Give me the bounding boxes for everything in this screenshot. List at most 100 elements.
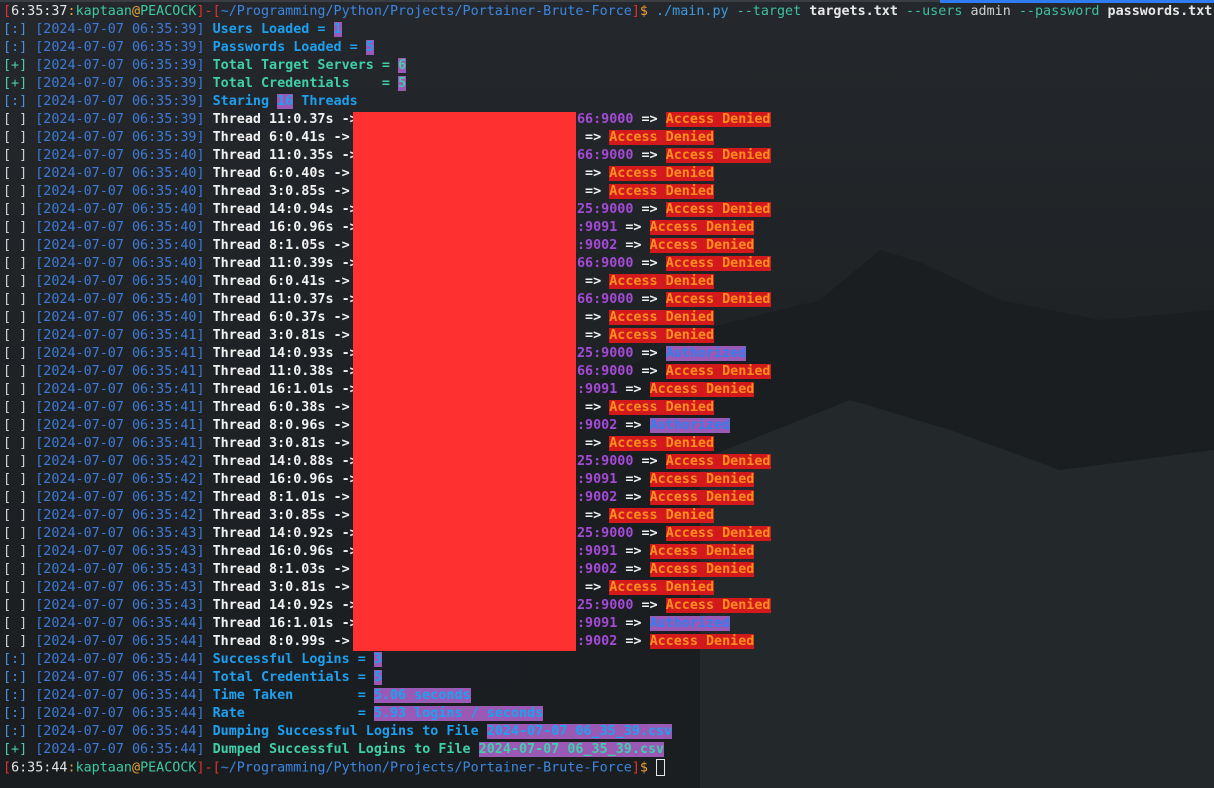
thread-result: 25:9000 => Access Denied <box>577 525 771 543</box>
access-denied-badge: Access Denied <box>649 562 755 577</box>
timestamp: [2024-07-07 06:35:41] <box>35 328 205 343</box>
line-marker: [ ] <box>3 472 28 487</box>
timestamp: [2024-07-07 06:35:44] <box>35 724 205 739</box>
timestamp: [2024-07-07 06:35:40] <box>35 184 205 199</box>
line-marker: [ ] <box>3 130 28 145</box>
line-marker: [+] <box>3 58 28 73</box>
timestamp: [2024-07-07 06:35:41] <box>35 400 205 415</box>
line-label: Successful Logins = <box>212 652 374 667</box>
thread-info: Thread 14:0.92s -> <box>212 598 358 613</box>
thread-result: => Access Denied <box>577 327 715 345</box>
redaction-box <box>353 112 576 651</box>
line-label: Time Taken = <box>212 688 374 703</box>
line-marker: [ ] <box>3 274 28 289</box>
thread-result: 66:9000 => Access Denied <box>577 255 771 273</box>
line-marker: [ ] <box>3 328 28 343</box>
line-marker: [ ] <box>3 364 28 379</box>
line-marker: [ ] <box>3 220 28 235</box>
line-marker: [ ] <box>3 184 28 199</box>
access-denied-badge: Access Denied <box>665 112 771 127</box>
prompt-time: 6:35:37 <box>11 4 68 19</box>
thread-row: [ ] [2024-07-07 06:35:40] Thread 6:0.37s… <box>3 309 1212 327</box>
line-marker: [:] <box>3 688 28 703</box>
access-denied-badge: Access Denied <box>609 274 715 289</box>
thread-info: Thread 6:0.37s -> <box>212 310 350 325</box>
terminal-output[interactable]: [6:35:37:kaptaan@PEACOCK]-[~/Programming… <box>3 3 1212 777</box>
access-denied-badge: Access Denied <box>665 598 771 613</box>
line-marker: [ ] <box>3 292 28 307</box>
thread-info: Thread 11:0.39s -> <box>212 256 358 271</box>
thread-result: => Access Denied <box>577 129 715 147</box>
summary-line: [:] [2024-07-07 06:35:44] Total Credenti… <box>3 669 1212 687</box>
target-port: :9091 <box>577 544 618 559</box>
prompt-line-current[interactable]: [6:35:44:kaptaan@PEACOCK]-[~/Programming… <box>3 759 1212 777</box>
thread-info: Thread 11:0.37s -> <box>212 112 358 127</box>
thread-result: :9091 => Access Denied <box>577 543 755 561</box>
thread-result: 66:9000 => Access Denied <box>577 291 771 309</box>
thread-row: [ ] [2024-07-07 06:35:39] Thread 6:0.41s… <box>3 129 1212 147</box>
access-denied-badge: Access Denied <box>609 328 715 343</box>
authorized-badge: Authorized <box>649 418 731 433</box>
arrow: => <box>577 310 610 325</box>
thread-result: :9002 => Access Denied <box>577 489 755 507</box>
line-value: 6 <box>398 58 407 73</box>
thread-row: [ ] [2024-07-07 06:35:41] Thread 16:1.01… <box>3 381 1212 399</box>
cursor[interactable] <box>656 759 666 776</box>
thread-result: 66:9000 => Access Denied <box>577 111 771 129</box>
timestamp: [2024-07-07 06:35:42] <box>35 508 205 523</box>
timestamp: [2024-07-07 06:35:43] <box>35 580 205 595</box>
target-port: :9002 <box>577 238 618 253</box>
thread-info: Thread 8:1.05s -> <box>212 238 350 253</box>
arrow: => <box>577 274 610 289</box>
timestamp: [2024-07-07 06:35:40] <box>35 256 205 271</box>
line-marker: [ ] <box>3 562 28 577</box>
access-denied-badge: Access Denied <box>649 544 755 559</box>
arrow: => <box>633 112 666 127</box>
line-label: Users Loaded = <box>212 22 334 37</box>
thread-info: Thread 3:0.85s -> <box>212 184 350 199</box>
status-line: [:] [2024-07-07 06:35:39] Passwords Load… <box>3 39 1212 57</box>
thread-result: :9002 => Access Denied <box>577 561 755 579</box>
access-denied-badge: Access Denied <box>665 292 771 307</box>
access-denied-badge: Access Denied <box>609 508 715 523</box>
thread-info: Thread 14:0.88s -> <box>212 454 358 469</box>
line-marker: [ ] <box>3 310 28 325</box>
arrow: => <box>577 508 610 523</box>
authorized-badge: Authorized <box>665 346 747 361</box>
arrow: => <box>633 256 666 271</box>
thread-result: :9091 => Access Denied <box>577 381 755 399</box>
arrow: => <box>617 238 650 253</box>
thread-row: [ ] [2024-07-07 06:35:40] Thread 6:0.41s… <box>3 273 1212 291</box>
timestamp: [2024-07-07 06:35:40] <box>35 202 205 217</box>
thread-result: => Access Denied <box>577 183 715 201</box>
line-marker: [ ] <box>3 490 28 505</box>
line-marker: [:] <box>3 670 28 685</box>
thread-result: :9091 => Access Denied <box>577 219 755 237</box>
status-line: [+] [2024-07-07 06:35:39] Total Target S… <box>3 57 1212 75</box>
arrow: => <box>577 130 610 145</box>
thread-info: Thread 8:0.99s -> <box>212 634 350 649</box>
timestamp: [2024-07-07 06:35:42] <box>35 454 205 469</box>
timestamp: [2024-07-07 06:35:39] <box>35 22 205 37</box>
line-label: Dumping Successful Logins to File <box>212 724 487 739</box>
thread-info: Thread 3:0.81s -> <box>212 580 350 595</box>
arrow: => <box>617 418 650 433</box>
line-marker: [:] <box>3 22 28 37</box>
arrow: => <box>577 184 610 199</box>
line-label: Passwords Loaded = <box>212 40 366 55</box>
timestamp: [2024-07-07 06:35:42] <box>35 472 205 487</box>
line-value: 5 <box>398 76 407 91</box>
arrow: => <box>617 544 650 559</box>
target-port: :9091 <box>577 472 618 487</box>
line-marker: [ ] <box>3 112 28 127</box>
thread-row: [ ] [2024-07-07 06:35:43] Thread 14:0.92… <box>3 525 1212 543</box>
line-value: 1 <box>333 22 342 37</box>
summary-line: [:] [2024-07-07 06:35:44] Rate = 5.93 lo… <box>3 705 1212 723</box>
access-denied-badge: Access Denied <box>665 454 771 469</box>
thread-info: Thread 6:0.38s -> <box>212 400 350 415</box>
thread-info: Thread 16:1.01s -> <box>212 382 358 397</box>
thread-result: 66:9000 => Access Denied <box>577 363 771 381</box>
target-port: :9002 <box>577 490 618 505</box>
thread-info: Thread 3:0.85s -> <box>212 508 350 523</box>
thread-row: [ ] [2024-07-07 06:35:42] Thread 14:0.88… <box>3 453 1212 471</box>
